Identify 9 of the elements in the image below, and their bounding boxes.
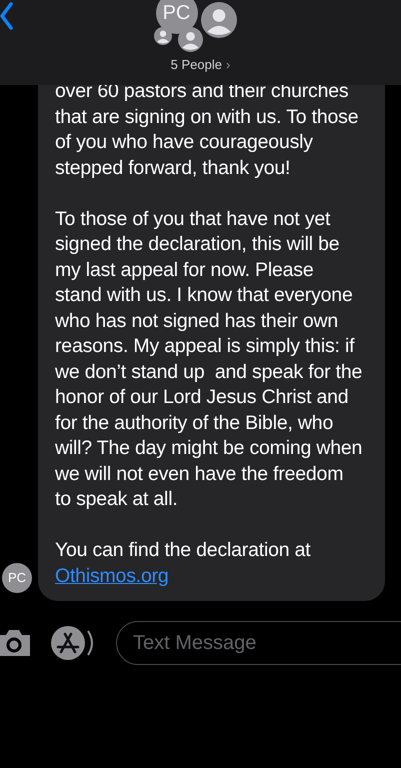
camera-icon[interactable]: [0, 629, 32, 657]
sender-avatar: PC: [2, 563, 32, 593]
message-paragraph: You can find the declaration at Othismos.org: [55, 538, 312, 588]
person-avatar-icon: [154, 27, 172, 45]
website-link[interactable]: Othismos.org: [55, 564, 169, 586]
message-paragraph: To those of you that have not yet signed the declaration, this will be my last appeal for now. Please stand with us. I know that everyone who has not signed has their own reasons. My appeal is simply this: if we don’t stand up and speak for the honor of our Lord Jesus Christ and for the authority of the Bible, who will? The day might be coming when we will not even have the freedom to speak at all.: [55, 206, 363, 512]
back-button[interactable]: [0, 2, 14, 30]
message-input-field[interactable]: Text Message: [116, 621, 401, 665]
group-details-link[interactable]: 5 People ›: [170, 55, 230, 74]
